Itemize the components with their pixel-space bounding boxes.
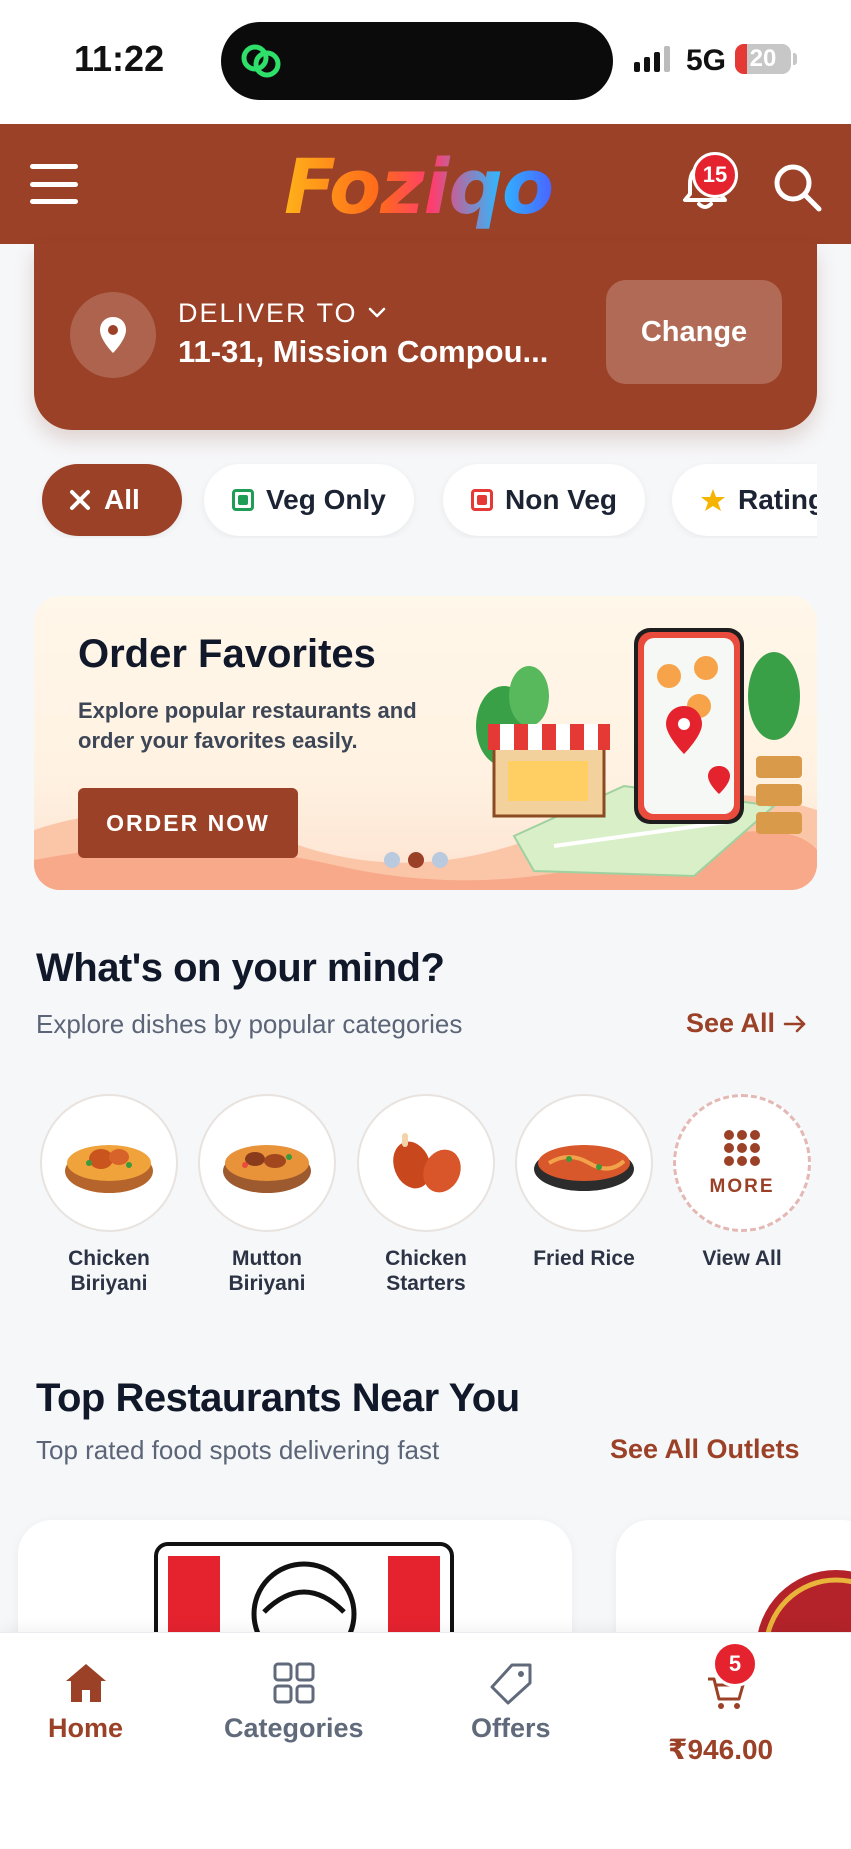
filter-all[interactable]: All bbox=[42, 464, 182, 536]
filter-all-label: All bbox=[104, 484, 140, 515]
non-veg-icon bbox=[471, 489, 493, 511]
category-label: Mutton Biriyani bbox=[228, 1247, 306, 1295]
mind-section-subtitle: Explore dishes by popular categories bbox=[36, 1009, 463, 1039]
link-icon bbox=[241, 44, 281, 78]
deliver-to-label[interactable]: DELIVER TO bbox=[178, 298, 358, 329]
star-icon bbox=[701, 489, 725, 511]
restaurants-section-subtitle: Top rated food spots delivering fast bbox=[36, 1435, 440, 1465]
bottom-navigation: Home Categories Offers 5 ₹946.00 bbox=[0, 1632, 851, 1849]
filter-rating[interactable]: Rating bbox=[672, 464, 817, 536]
filter-veg-label: Veg Only bbox=[266, 484, 386, 515]
banner-subtitle: Explore popular restaurants and order yo… bbox=[78, 698, 417, 753]
grid-dots-icon bbox=[724, 1130, 760, 1166]
carousel-dot-active[interactable] bbox=[408, 852, 424, 868]
filter-rating-label: Rating bbox=[738, 484, 817, 515]
nav-home-label: Home bbox=[48, 1713, 124, 1743]
chevron-down-icon[interactable] bbox=[366, 302, 388, 324]
filter-non-veg-label: Non Veg bbox=[505, 484, 618, 515]
restaurant-card[interactable] bbox=[18, 1520, 572, 1640]
nav-home[interactable]: Home bbox=[48, 1661, 123, 1744]
category-label: Fried Rice bbox=[533, 1247, 635, 1270]
signal-icon bbox=[634, 46, 670, 72]
banner-title: Order Favorites bbox=[78, 632, 376, 676]
arrow-right-icon bbox=[783, 1015, 806, 1032]
nav-categories-label: Categories bbox=[224, 1713, 364, 1743]
filter-chips: All Veg Only Non Veg Rating bbox=[0, 462, 817, 538]
mind-section-title: What's on your mind? bbox=[36, 946, 445, 990]
tag-icon bbox=[490, 1663, 532, 1705]
see-all-outlets-link[interactable]: See All Outlets bbox=[610, 1434, 800, 1465]
delivery-address[interactable]: 11-31, Mission Compou... bbox=[178, 334, 578, 370]
restaurant-phone-illustration bbox=[476, 628, 802, 878]
order-now-button[interactable]: ORDER NOW bbox=[78, 788, 298, 858]
battery-tip bbox=[793, 53, 797, 65]
change-address-button[interactable]: Change bbox=[606, 280, 782, 384]
category-fried-rice[interactable]: Fried Rice bbox=[514, 1094, 654, 1271]
filter-non-veg[interactable]: Non Veg bbox=[443, 464, 646, 536]
filter-veg-only[interactable]: Veg Only bbox=[204, 464, 414, 536]
notification-badge: 15 bbox=[692, 152, 738, 198]
network-type: 5G bbox=[686, 44, 727, 77]
category-mutton-biriyani[interactable]: Mutton Biriyani bbox=[197, 1094, 337, 1296]
veg-icon bbox=[232, 489, 254, 511]
carousel-dot[interactable] bbox=[432, 852, 448, 868]
category-label: Chicken Biriyani bbox=[68, 1247, 150, 1295]
more-categories-button: MORE bbox=[673, 1094, 811, 1232]
status-time: 11:22 bbox=[74, 38, 165, 79]
category-label: View All bbox=[702, 1247, 782, 1270]
category-chicken-starters[interactable]: Chicken Starters bbox=[356, 1094, 496, 1296]
category-view-all[interactable]: MORE View All bbox=[672, 1094, 812, 1271]
battery-icon: 20 bbox=[735, 44, 791, 74]
mutton-biriyani-image bbox=[198, 1094, 336, 1232]
chicken-starters-image bbox=[357, 1094, 495, 1232]
restaurant-logo bbox=[756, 1570, 851, 1640]
more-badge: MORE bbox=[709, 1176, 775, 1197]
search-icon[interactable] bbox=[770, 160, 824, 214]
hamburger-menu-icon[interactable] bbox=[30, 164, 78, 204]
grid-icon bbox=[273, 1662, 315, 1704]
see-all-label: See All bbox=[686, 1008, 776, 1038]
home-icon bbox=[65, 1664, 106, 1702]
nav-offers[interactable]: Offers bbox=[471, 1661, 551, 1744]
chicken-biriyani-image bbox=[40, 1094, 178, 1232]
promo-banner[interactable]: Order Favorites Explore popular restaura… bbox=[34, 596, 817, 890]
carousel-dot[interactable] bbox=[384, 852, 400, 868]
category-chicken-biriyani[interactable]: Chicken Biriyani bbox=[39, 1094, 179, 1296]
restaurants-section-title: Top Restaurants Near You bbox=[36, 1376, 520, 1420]
nav-categories[interactable]: Categories bbox=[224, 1661, 364, 1744]
restaurant-logo bbox=[154, 1542, 454, 1640]
delivery-address-card: DELIVER TO 11-31, Mission Compou... Chan… bbox=[34, 244, 817, 430]
carousel-dots bbox=[384, 852, 448, 868]
see-all-categories-link[interactable]: See All bbox=[686, 1008, 807, 1039]
category-label: Chicken Starters bbox=[385, 1247, 467, 1295]
fried-rice-image bbox=[515, 1094, 653, 1232]
location-pin-icon bbox=[70, 292, 156, 378]
app-header: Foziqo 15 bbox=[0, 124, 851, 244]
battery-level: 20 bbox=[749, 45, 777, 72]
app-logo[interactable]: Foziqo bbox=[284, 142, 554, 231]
status-bar: 11:22 5G 20 bbox=[0, 0, 851, 124]
utensils-icon bbox=[70, 490, 90, 510]
cart-total[interactable]: ₹946.00 bbox=[668, 1733, 773, 1766]
cart-count-badge: 5 bbox=[712, 1641, 758, 1687]
nav-offers-label: Offers bbox=[471, 1713, 551, 1743]
restaurant-card[interactable] bbox=[616, 1520, 851, 1640]
